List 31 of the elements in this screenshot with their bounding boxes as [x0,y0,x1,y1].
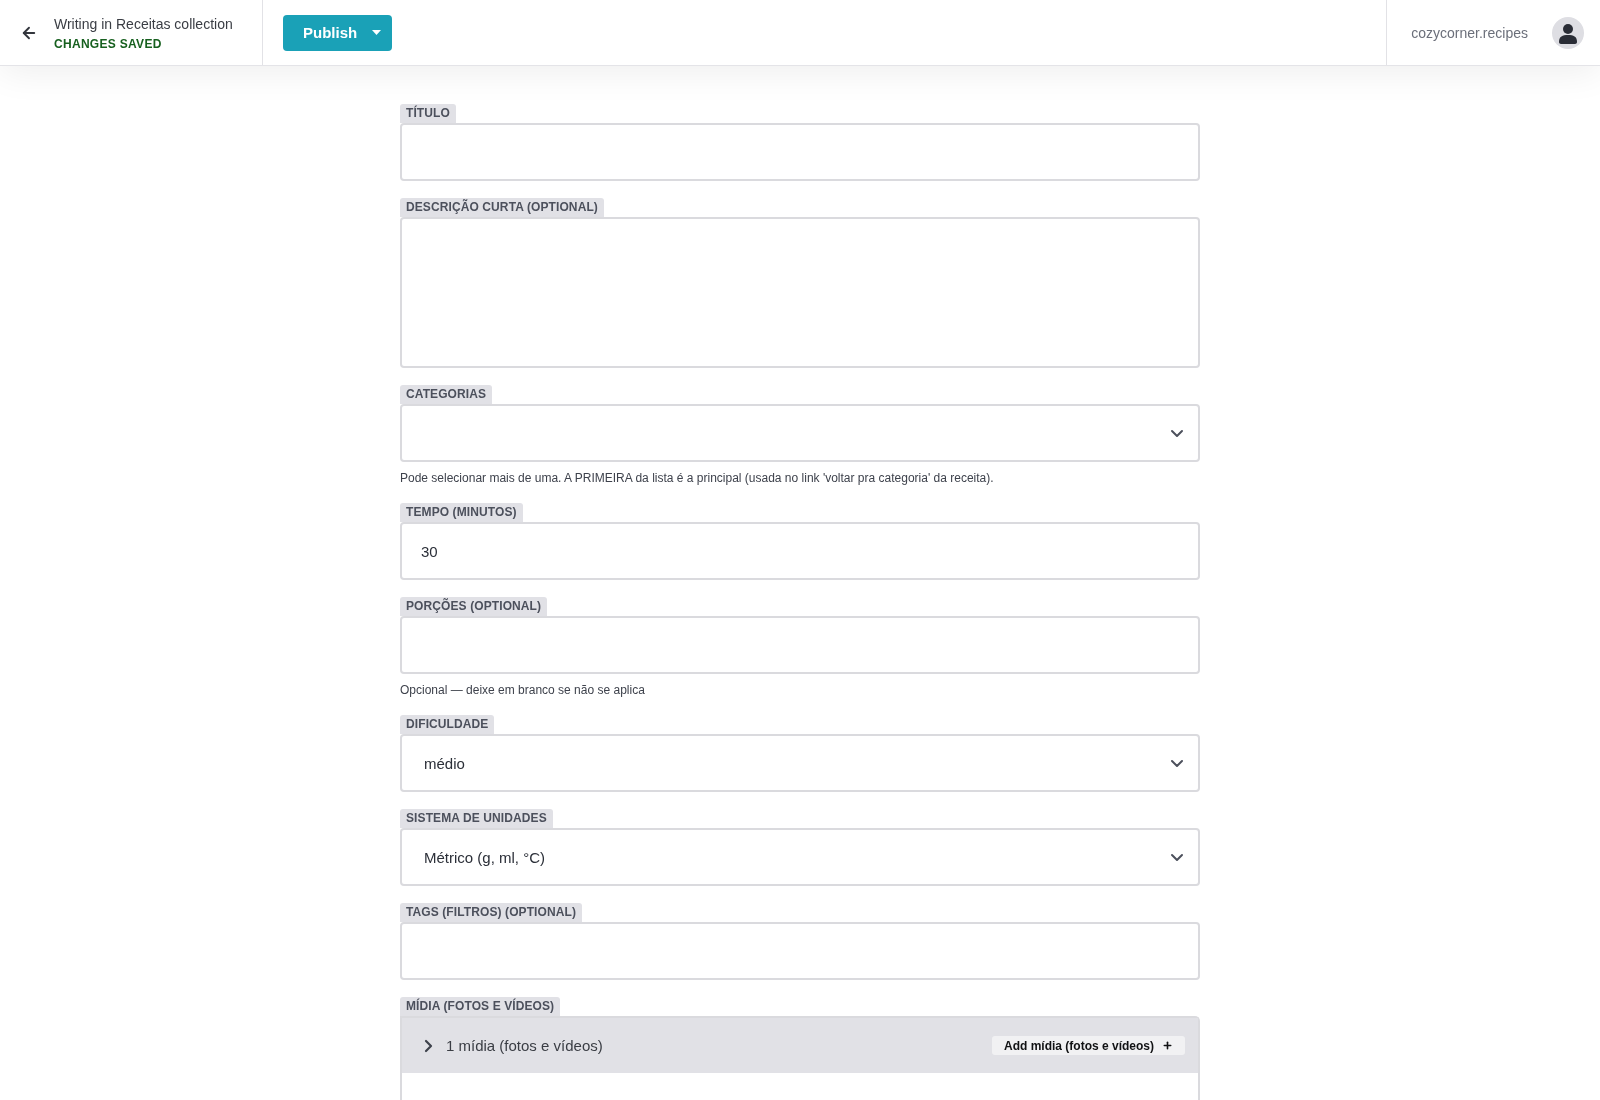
chevron-down-icon [1171,429,1183,437]
dropdown-field[interactable]: médio [400,734,1200,792]
text-field[interactable] [400,922,1200,980]
field-label: TÍTULO [400,104,456,123]
field-label: TEMPO (MINUTOS) [400,503,523,522]
chevron-down-icon [1171,853,1183,861]
field-label: SISTEMA DE UNIDADES [400,809,553,828]
caret-icon [372,30,381,35]
field-label: PORÇÕES (OPTIONAL) [400,597,548,616]
field-label: CATEGORIAS [400,385,493,404]
field-hint: Pode selecionar mais de uma. A PRIMEIRA da lista é a principal (usada no link 'voltar pra categoria' da receita). [400,470,994,486]
field-label: DESCRIÇÃO CURTA (OPTIONAL) [400,198,604,217]
field-label: MÍDIA (FOTOS E VÍDEOS) [400,997,561,1016]
dropdown-field[interactable] [400,404,1200,462]
chevron-down-icon [1171,759,1183,767]
field-label: DIFICULDADE [400,715,495,734]
text-area[interactable] [400,217,1200,368]
dropdown-field[interactable]: Métrico (g, ml, °C) [400,828,1200,886]
avatar-icon[interactable] [1552,16,1584,49]
field-hint: Opcional — deixe em branco se não se aplica [400,682,645,698]
save-status: CHANGES SAVED [54,37,163,51]
media-summary: 1 mídia (fotos e vídeos) [446,1037,603,1054]
chevron-right-icon[interactable] [425,1039,432,1052]
field-label: TAGS (FILTROS) (OPTIONAL) [400,903,583,922]
text-field[interactable] [400,123,1200,181]
text-field[interactable]: 30 [400,522,1200,580]
plus-icon [1162,1040,1173,1051]
header-title: Writing in Receitas collection [54,16,233,32]
site-link[interactable]: cozycorner.recipes [1411,24,1528,41]
text-field[interactable] [400,616,1200,674]
add-media-button[interactable]: Add mídia (fotos e vídeos) [992,1036,1185,1055]
